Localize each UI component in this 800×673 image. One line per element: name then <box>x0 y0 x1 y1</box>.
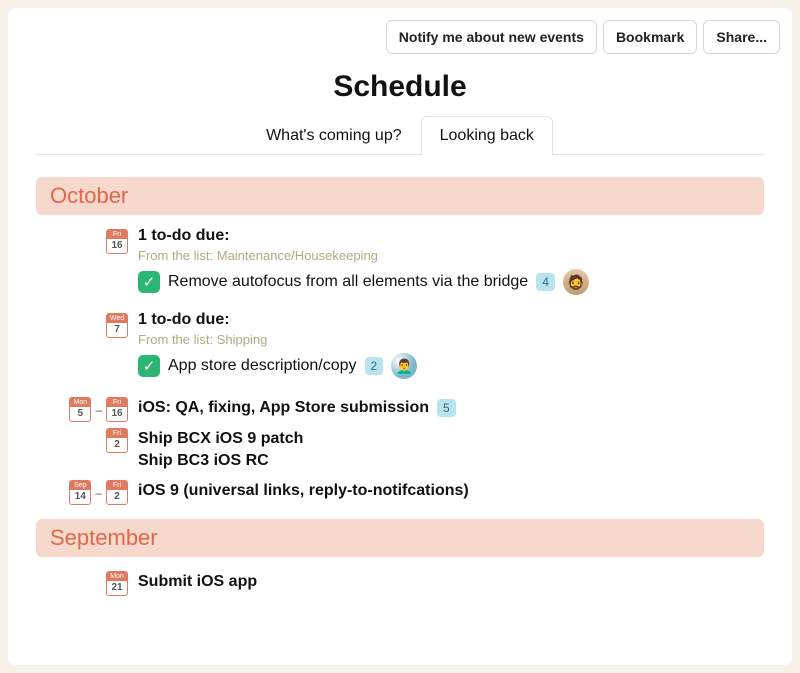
date-chip: Sep 14 <box>69 480 91 505</box>
schedule-row: Wed 7 1 to-do due: From the list: Shippi… <box>36 311 764 391</box>
todo-text: App store description/copy <box>168 357 357 375</box>
date-chip: Mon 5 <box>69 397 91 422</box>
todo-heading: 1 to-do due: <box>138 311 764 329</box>
date-chip: Mon 21 <box>106 571 128 596</box>
checkmark-icon: ✓ <box>138 271 160 293</box>
date-chip: Wed 7 <box>106 313 128 338</box>
event-title[interactable]: iOS: QA, fixing, App Store submission <box>138 399 429 417</box>
tab-upcoming[interactable]: What's coming up? <box>247 116 421 155</box>
date-range-dash: – <box>95 486 102 500</box>
checkmark-icon: ✓ <box>138 355 160 377</box>
bookmark-button[interactable]: Bookmark <box>603 20 697 54</box>
list-origin: From the list: Maintenance/Housekeeping <box>138 248 764 263</box>
month-header-october: October <box>36 177 764 215</box>
event-title[interactable]: Submit iOS app <box>138 573 257 591</box>
avatar[interactable]: 👨‍🦱 <box>391 353 417 379</box>
date-chip: Fri 2 <box>106 428 128 453</box>
top-actions: Notify me about new events Bookmark Shar… <box>386 20 780 54</box>
avatar[interactable]: 🧔 <box>563 269 589 295</box>
schedule-row: Fri 16 1 to-do due: From the list: Maint… <box>36 227 764 307</box>
date-chip: Fri 16 <box>106 397 128 422</box>
schedule-row: Fri 2 Ship BCX iOS 9 patch Ship BC3 iOS … <box>36 426 764 474</box>
page-title: Schedule <box>36 70 764 104</box>
comment-count-badge[interactable]: 5 <box>437 399 456 417</box>
event-title[interactable]: Ship BCX iOS 9 patch <box>138 430 303 448</box>
comment-count-badge[interactable]: 4 <box>536 273 555 291</box>
tab-bar: What's coming up? Looking back <box>36 116 764 155</box>
todo-item[interactable]: ✓ App store description/copy 2 👨‍🦱 <box>138 353 764 379</box>
notify-button[interactable]: Notify me about new events <box>386 20 597 54</box>
todo-text: Remove autofocus from all elements via t… <box>168 273 528 291</box>
date-range-dash: – <box>95 403 102 417</box>
schedule-row: Mon 21 Submit iOS app <box>36 569 764 596</box>
share-button[interactable]: Share... <box>703 20 780 54</box>
schedule-row: Sep 14 – Fri 2 iOS 9 (universal links, r… <box>36 478 764 505</box>
event-title[interactable]: Ship BC3 iOS RC <box>138 452 269 470</box>
todo-item[interactable]: ✓ Remove autofocus from all elements via… <box>138 269 764 295</box>
todo-heading: 1 to-do due: <box>138 227 764 245</box>
tab-past[interactable]: Looking back <box>421 116 553 155</box>
date-chip: Fri 16 <box>106 229 128 254</box>
list-origin: From the list: Shipping <box>138 332 764 347</box>
comment-count-badge[interactable]: 2 <box>365 357 384 375</box>
event-title[interactable]: iOS 9 (universal links, reply-to-notifca… <box>138 482 469 500</box>
date-chip: Fri 2 <box>106 480 128 505</box>
schedule-row: Mon 5 – Fri 16 iOS: QA, fixing, App Stor… <box>36 395 764 422</box>
month-header-september: September <box>36 519 764 557</box>
